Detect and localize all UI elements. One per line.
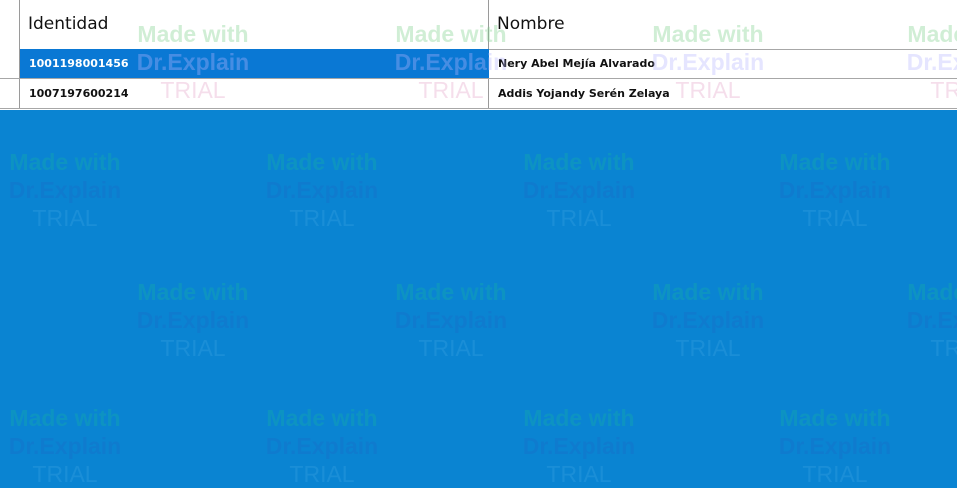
grid-header: Identidad Nombre xyxy=(0,0,957,50)
table-row[interactable]: 1007197600214 Addis Yojandy Serén Zelaya xyxy=(0,79,957,109)
row-header[interactable] xyxy=(0,49,20,78)
trial-watermark: Made withDr.ExplainTRIAL xyxy=(906,279,957,361)
trial-watermark: Made withDr.ExplainTRIAL xyxy=(778,405,892,487)
trial-watermark: Made withDr.ExplainTRIAL xyxy=(265,405,379,487)
data-grid: Identidad Nombre 1001198001456 Nery Abel… xyxy=(0,0,957,110)
trial-watermark: Made withDr.ExplainTRIAL xyxy=(778,149,892,231)
table-row[interactable]: 1001198001456 Nery Abel Mejía Alvarado xyxy=(0,49,957,79)
row-header[interactable] xyxy=(0,79,20,108)
trial-watermark: Made withDr.ExplainTRIAL xyxy=(8,405,122,487)
trial-watermark: Made withDr.ExplainTRIAL xyxy=(651,279,765,361)
trial-watermark: Made withDr.ExplainTRIAL xyxy=(522,149,636,231)
trial-watermark: Made withDr.ExplainTRIAL xyxy=(522,405,636,487)
cell-nombre[interactable]: Addis Yojandy Serén Zelaya xyxy=(489,79,957,108)
trial-watermark: Made withDr.ExplainTRIAL xyxy=(136,279,250,361)
column-header-nombre[interactable]: Nombre xyxy=(489,0,957,49)
cell-identidad[interactable]: 1007197600214 xyxy=(20,79,489,108)
cell-identidad[interactable]: 1001198001456 xyxy=(20,49,489,78)
row-header-corner xyxy=(0,0,20,49)
trial-watermark: Made withDr.ExplainTRIAL xyxy=(8,149,122,231)
trial-watermark: Made withDr.ExplainTRIAL xyxy=(265,149,379,231)
trial-watermark: Made withDr.ExplainTRIAL xyxy=(394,279,508,361)
column-header-identidad[interactable]: Identidad xyxy=(20,0,489,49)
cell-nombre[interactable]: Nery Abel Mejía Alvarado xyxy=(489,49,957,78)
